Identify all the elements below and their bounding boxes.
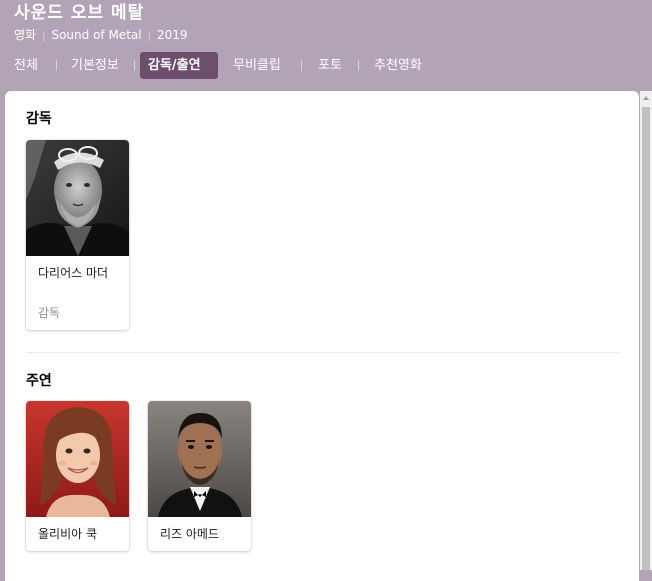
tab-basic-info[interactable]: 기본정보 xyxy=(63,52,127,79)
tab-divider xyxy=(134,60,135,71)
tab-divider xyxy=(358,60,359,71)
movie-title: 사운드 오브 메탈 xyxy=(14,3,145,23)
tab-director-cast[interactable]: 감독/출연 xyxy=(140,52,218,79)
movie-header: 사운드 오브 메탈 영화 | Sound of Metal | 2019 전체 기본정보… xyxy=(0,0,652,92)
person-card-cast[interactable]: 리즈 아메드 xyxy=(148,401,251,551)
person-role: 감독 xyxy=(38,306,61,320)
director-portrait-bw-icon[interactable] xyxy=(26,140,129,256)
content-panel: 감독 다리어스 마더 감독 주연 올리비아 쿡 리즈 아메드 xyxy=(5,91,639,581)
person-card-director[interactable]: 다리어스 마더 감독 xyxy=(26,140,129,330)
actor-portrait-icon[interactable] xyxy=(148,401,251,517)
scroll-up-arrow-icon[interactable] xyxy=(640,91,652,105)
tab-divider xyxy=(301,60,302,71)
vertical-scrollbar[interactable] xyxy=(640,91,652,570)
tab-photos[interactable]: 포토 xyxy=(310,52,350,79)
actress-portrait-icon[interactable] xyxy=(26,401,129,517)
original-title: Sound of Metal xyxy=(51,28,142,42)
category-label: 영화 xyxy=(14,28,37,42)
release-year: 2019 xyxy=(156,28,188,42)
tab-movie-clips[interactable]: 무비클립 xyxy=(225,52,289,79)
person-name[interactable]: 올리비아 쿡 xyxy=(38,525,118,543)
cast-section-title: 주연 xyxy=(26,373,52,389)
tab-divider xyxy=(56,60,57,71)
section-divider xyxy=(26,352,620,353)
meta-separator: | xyxy=(42,31,46,42)
scroll-thumb[interactable] xyxy=(642,107,650,570)
tab-all[interactable]: 전체 xyxy=(6,52,46,79)
meta-separator: | xyxy=(147,31,151,42)
person-card-cast[interactable]: 올리비아 쿡 xyxy=(26,401,129,551)
person-name[interactable]: 리즈 아메드 xyxy=(160,525,240,543)
tab-recommended[interactable]: 추천영화 xyxy=(366,52,430,79)
person-name[interactable]: 다리어스 마더 xyxy=(38,264,118,282)
movie-meta: 영화 | Sound of Metal | 2019 xyxy=(14,26,188,43)
director-section-title: 감독 xyxy=(26,111,52,127)
